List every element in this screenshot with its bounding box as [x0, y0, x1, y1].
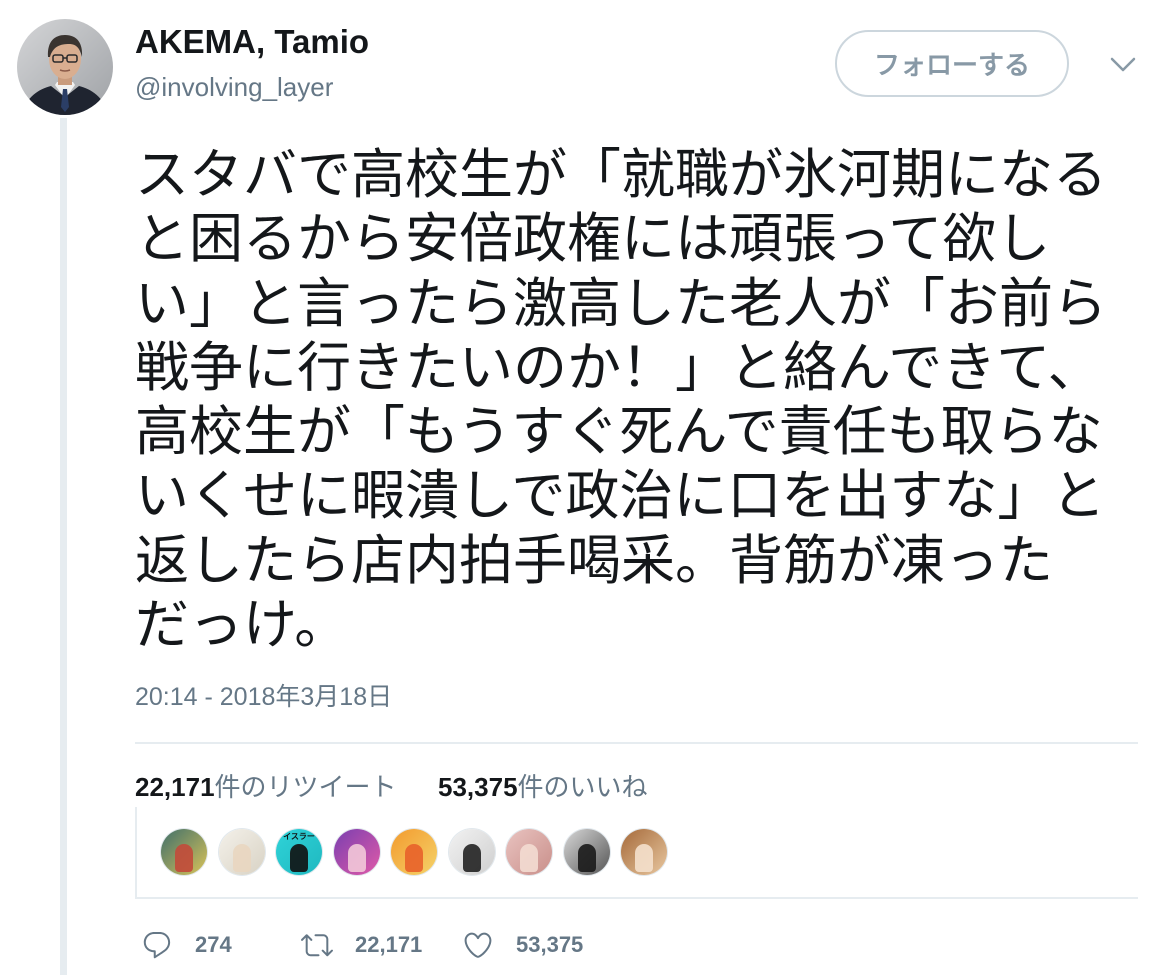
author-avatar[interactable] — [17, 19, 113, 115]
like-stat-count: 53,375 — [438, 772, 518, 802]
author-handle[interactable]: @involving_layer — [135, 69, 333, 105]
follow-button[interactable]: フォローする — [835, 30, 1069, 97]
tweet-text-line: だっけ。 — [135, 595, 349, 656]
avatar-figure — [347, 844, 366, 872]
tweet-text-line: い」と言ったら激高した老人が「お前ら — [135, 273, 1107, 334]
liked-by-avatar[interactable] — [448, 829, 495, 875]
retweet-stat[interactable]: 22,171件のリツイート — [135, 770, 397, 804]
tweet-text-line: 高校生が「もうすぐ死んで責任も取らな — [135, 402, 1103, 463]
tweet-text-line: 戦争に行きたいのか！」と絡んできて、 — [135, 337, 1102, 398]
liked-by-avatar[interactable] — [506, 829, 552, 875]
reply-count: 274 — [195, 932, 232, 957]
thread-line — [60, 118, 67, 975]
avatar-figure — [405, 844, 423, 872]
avatar-figure — [577, 844, 596, 872]
liked-by-avatar[interactable] — [161, 829, 207, 875]
stats-divider — [135, 742, 1138, 744]
like-action[interactable]: 53,375 — [462, 928, 583, 962]
like-stat[interactable]: 53,375件のいいね — [438, 770, 648, 804]
liked-by-avatar[interactable] — [621, 829, 667, 875]
liked-by-avatars: イスラー — [135, 807, 1138, 899]
tweet-text-line: と困るから安倍政権には頑張って欲し — [135, 209, 1051, 270]
retweet-count: 22,171 — [355, 932, 423, 957]
avatar-figure — [290, 844, 308, 872]
avatar-figure — [232, 844, 251, 872]
retweet-stat-count: 22,171 — [135, 772, 215, 802]
follow-button-label: フォローする — [873, 50, 1030, 80]
avatar-figure — [520, 844, 538, 872]
reply-action[interactable]: 274 — [141, 928, 232, 962]
retweet-icon[interactable] — [301, 929, 333, 961]
avatar-figure — [462, 844, 481, 872]
like-count: 53,375 — [516, 932, 584, 957]
like-stat-label: 件のいいね — [517, 772, 648, 802]
liked-by-avatar[interactable] — [218, 829, 265, 875]
tweet-text-line: 返したら店内拍手喝采。背筋が凍った — [135, 530, 1053, 591]
retweet-stat-label: 件のリツイート — [214, 772, 397, 802]
retweet-action[interactable]: 22,171 — [301, 928, 422, 962]
author-name[interactable]: AKEMA, Tamio — [135, 21, 369, 63]
reply-icon[interactable] — [141, 929, 173, 961]
tweet-text: スタバで高校生が「就職が氷河期になる と困るから安倍政権には頑張って欲し い」と… — [135, 143, 1155, 657]
liked-by-avatar[interactable] — [563, 829, 610, 875]
avatar-label: イスラー — [283, 832, 315, 841]
author-avatar-photo — [17, 19, 113, 115]
chevron-down-icon[interactable] — [1110, 57, 1136, 73]
heart-icon[interactable] — [462, 929, 494, 961]
avatar-figure — [175, 844, 193, 872]
avatar-figure — [635, 844, 653, 872]
liked-by-avatar[interactable] — [333, 829, 380, 875]
tweet-text-line: スタバで高校生が「就職が氷河期になる — [135, 145, 1107, 205]
liked-by-avatar[interactable]: イスラー — [276, 829, 322, 875]
tweet-text-line: いくせに暇潰しで政治に口を出すな」と — [135, 466, 1106, 527]
tweet-timestamp[interactable]: 20:14 - 2018年3月18日 — [135, 682, 392, 712]
liked-by-avatar[interactable] — [391, 829, 437, 875]
